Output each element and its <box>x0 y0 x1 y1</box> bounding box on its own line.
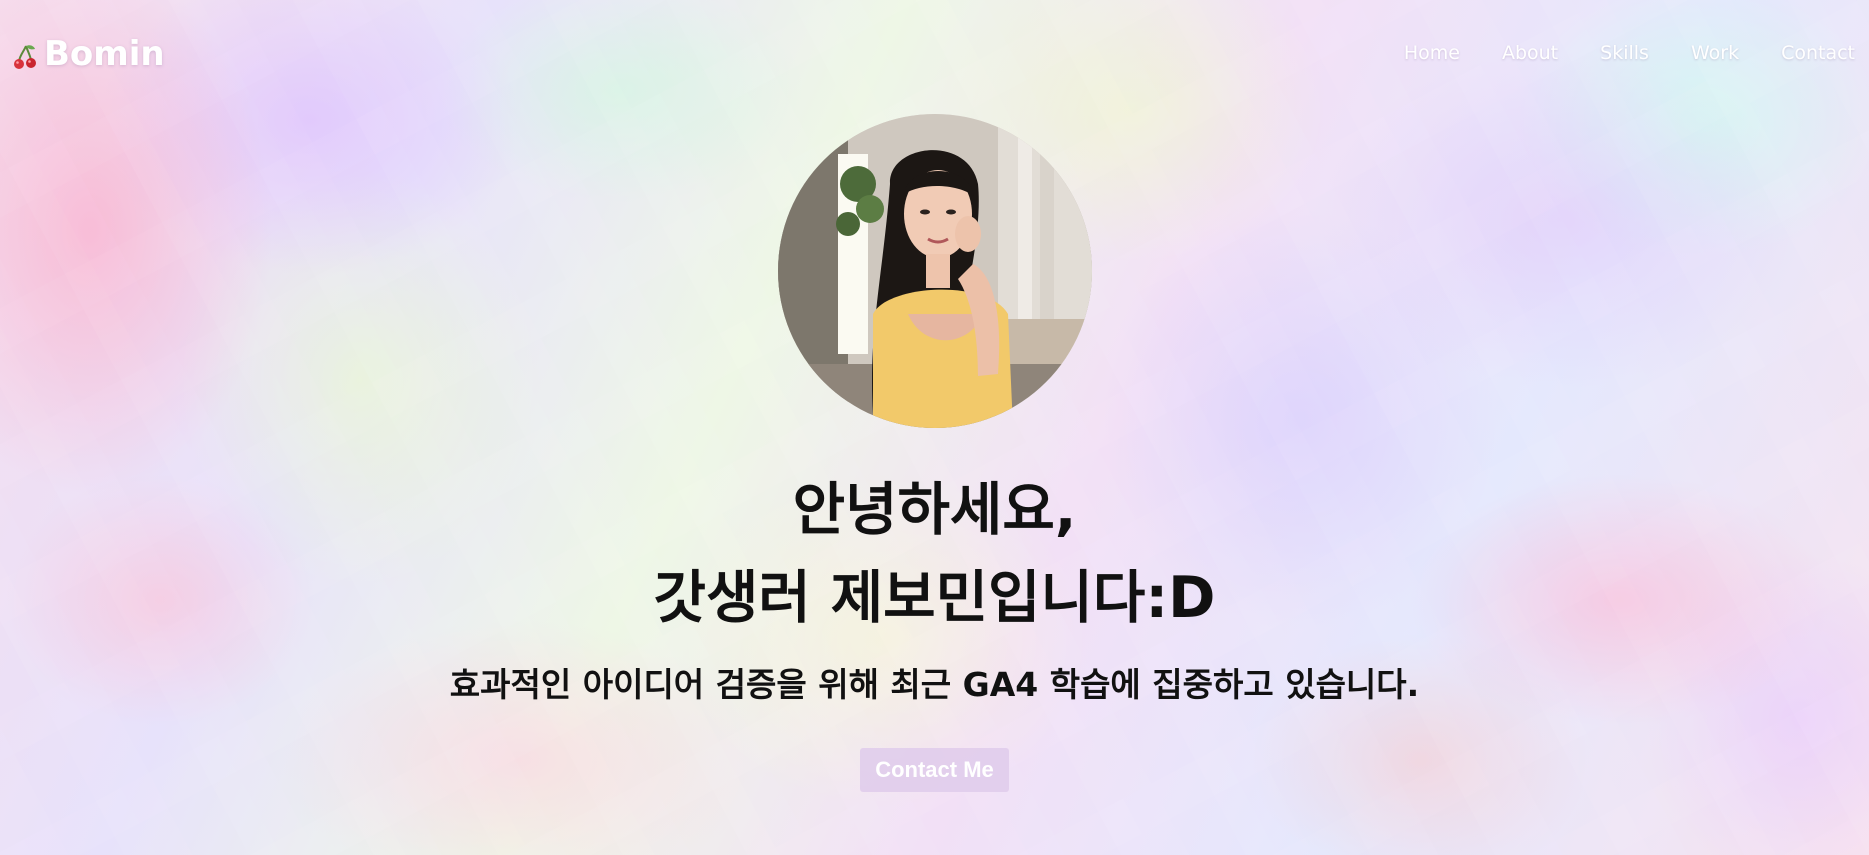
hero-title: 안녕하세요, 갓생러 제보민입니다:D <box>0 466 1869 642</box>
nav-contact[interactable]: Contact <box>1781 42 1855 64</box>
site-header: Bomin Home About Skills Work Contact <box>0 0 1869 110</box>
cherry-icon <box>12 40 38 69</box>
brand-logo[interactable]: Bomin <box>12 34 165 74</box>
nav-skills[interactable]: Skills <box>1600 42 1649 64</box>
profile-photo <box>777 114 1092 428</box>
hero-subtitle: 효과적인 아이디어 검증을 위해 최근 GA4 학습에 집중하고 있습니다. <box>449 665 1420 704</box>
page: Bomin Home About Skills Work Contact 안녕하… <box>0 0 1869 855</box>
nav-home[interactable]: Home <box>1404 42 1460 64</box>
hero-title-line-1: 안녕하세요, <box>792 477 1077 543</box>
main-nav: Home About Skills Work Contact <box>1404 42 1855 64</box>
brand-name: Bomin <box>44 34 165 74</box>
nav-about[interactable]: About <box>1502 42 1558 64</box>
nav-work[interactable]: Work <box>1691 42 1739 64</box>
hero-title-line-2: 갓생러 제보민입니다:D <box>653 565 1216 631</box>
profile-avatar <box>777 114 1092 428</box>
contact-me-button[interactable]: Contact Me <box>860 748 1009 792</box>
hero-section: 안녕하세요, 갓생러 제보민입니다:D 효과적인 아이디어 검증을 위해 최근 … <box>0 114 1869 792</box>
